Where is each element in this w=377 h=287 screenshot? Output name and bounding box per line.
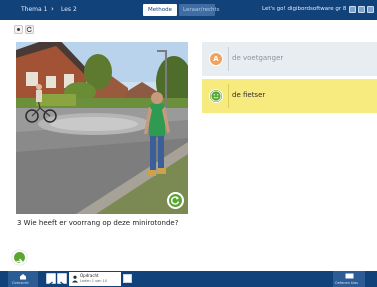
refresh-icon bbox=[170, 196, 180, 205]
tab-method[interactable]: Methode bbox=[143, 4, 177, 16]
overview-label: Overzicht bbox=[12, 281, 29, 285]
home-icon bbox=[20, 274, 26, 280]
overview-button[interactable]: Overzicht bbox=[8, 271, 38, 287]
arrow-right-icon bbox=[16, 258, 23, 265]
arrow-left-icon bbox=[48, 281, 53, 287]
forward-button[interactable] bbox=[57, 273, 67, 287]
chevron-right-icon: › bbox=[51, 5, 54, 13]
replay-button[interactable] bbox=[25, 25, 34, 34]
activity-subtitle: Leden 1 van 10 bbox=[80, 279, 108, 283]
practice-button[interactable]: Oefenen klas bbox=[333, 271, 365, 287]
divider bbox=[228, 84, 229, 108]
refresh-button[interactable] bbox=[167, 192, 184, 209]
tab-teacher[interactable]: Leraar/rechts bbox=[179, 4, 220, 16]
stop-button[interactable] bbox=[14, 25, 23, 34]
answer-label: de voetganger bbox=[232, 54, 284, 62]
practice-label: Oefenen klas bbox=[335, 281, 358, 285]
previous-button[interactable] bbox=[46, 273, 56, 287]
answer-badge-b bbox=[209, 89, 223, 103]
board-icon[interactable] bbox=[349, 6, 356, 13]
top-bar: Thema 1 › Les 2 Methode Leraar/rechts Le… bbox=[0, 0, 377, 20]
board-icon bbox=[345, 273, 354, 279]
grid-button[interactable] bbox=[123, 274, 132, 286]
replay-icon bbox=[26, 26, 32, 32]
breadcrumb-theme[interactable]: Thema 1 bbox=[21, 6, 47, 13]
stop-icon bbox=[17, 28, 20, 31]
roundabout-illustration bbox=[16, 42, 188, 214]
answer-badge-a: A bbox=[209, 52, 223, 66]
grid-icon bbox=[125, 284, 130, 286]
answer-label: de fietser bbox=[232, 91, 266, 99]
arrow-right-icon bbox=[60, 281, 65, 287]
breadcrumb-lesson[interactable]: Les 2 bbox=[61, 6, 77, 13]
settings-icon[interactable] bbox=[358, 6, 365, 13]
question-text: 3 Wie heeft er voorrang op deze miniroto… bbox=[17, 219, 179, 227]
answer-option-a[interactable]: A de voetganger bbox=[202, 42, 377, 76]
smiley-icon bbox=[210, 90, 222, 102]
next-button[interactable] bbox=[12, 250, 27, 265]
product-title: Let's go! digibordsoftware gr 8 bbox=[262, 6, 347, 12]
scene-photo bbox=[16, 42, 188, 214]
app-window: Thema 1 › Les 2 Methode Leraar/rechts Le… bbox=[0, 0, 377, 287]
activity-indicator: Opdracht Leden 1 van 10 bbox=[69, 272, 121, 286]
divider bbox=[228, 47, 229, 71]
answer-option-b[interactable]: de fietser bbox=[202, 79, 377, 113]
person-icon bbox=[72, 275, 78, 283]
close-icon[interactable] bbox=[367, 6, 374, 13]
activity-title: Opdracht bbox=[80, 273, 99, 278]
